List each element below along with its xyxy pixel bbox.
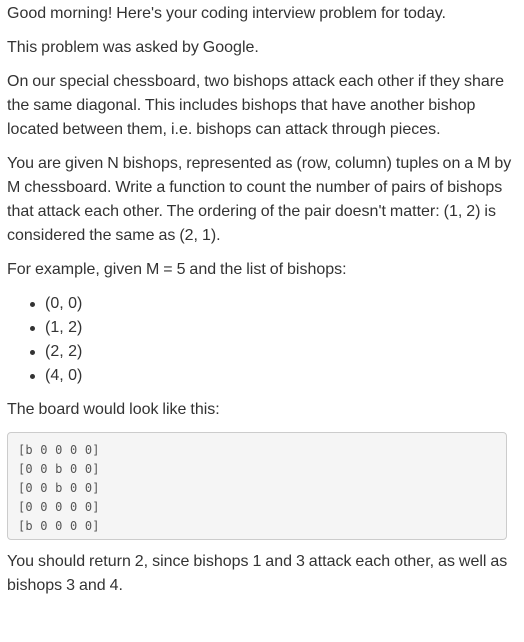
list-item: (1, 2) [30,316,517,340]
board-row: [0 0 0 0 0] [18,500,100,514]
bishop-list: (0, 0) (1, 2) (2, 2) (4, 0) [7,292,517,388]
answer-text: You should return 2, since bishops 1 and… [7,553,508,594]
board-row: [0 0 b 0 0] [18,481,100,495]
board-code-block: [b 0 0 0 0] [0 0 b 0 0] [0 0 b 0 0] [0 0… [7,432,507,540]
example-intro-text: For example, given M = 5 and the list of… [7,261,347,278]
list-item: (4, 0) [30,364,517,388]
problem-document: Good morning! Here's your coding intervi… [7,2,517,608]
task-text: You are given N bishops, represented as … [7,155,512,244]
greeting-text: Good morning! Here's your coding intervi… [7,5,446,22]
board-intro-text: The board would look like this: [7,401,220,418]
board-row: [b 0 0 0 0] [18,519,100,533]
board-row: [b 0 0 0 0] [18,443,100,457]
list-item: (2, 2) [30,340,517,364]
description-text: On our special chessboard, two bishops a… [7,73,504,138]
source-text: This problem was asked by Google. [7,39,259,56]
list-item: (0, 0) [30,292,517,316]
board-row: [0 0 b 0 0] [18,462,100,476]
